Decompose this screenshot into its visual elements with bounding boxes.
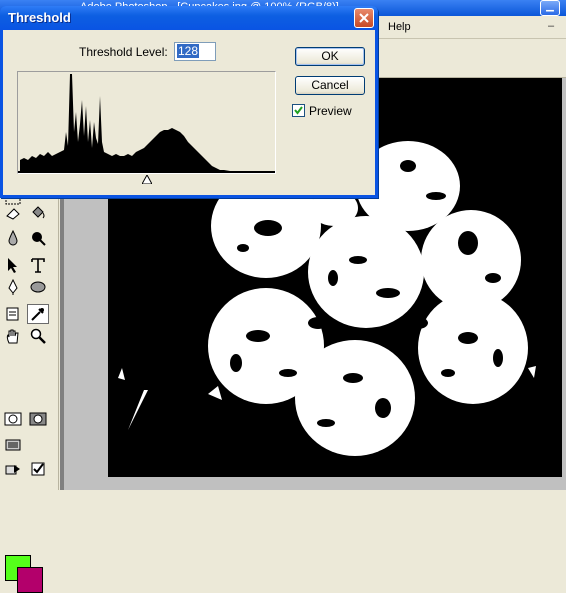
dialog-title: Threshold [8,10,71,25]
jump-to-icon[interactable] [2,459,24,479]
threshold-level-input[interactable]: 128 [174,42,216,61]
threshold-level-value: 128 [177,44,200,58]
close-button[interactable] [354,8,374,28]
close-icon [359,13,369,23]
path-select-icon[interactable] [2,255,24,275]
threshold-dialog: Threshold Threshold Level: 128 OK Cancel… [0,6,378,198]
histogram-baseline [18,171,275,173]
imageready-icon[interactable] [27,459,49,479]
preview-checkbox[interactable] [292,104,305,117]
doc-minimize-button[interactable]: – [548,20,554,32]
blur-icon[interactable] [2,228,24,248]
eyedropper-icon[interactable] [27,304,49,324]
type-icon[interactable] [27,255,49,275]
menu-help[interactable]: Help [388,21,411,33]
histogram-graph [20,74,272,172]
dialog-body: Threshold Level: 128 OK Cancel Preview [3,30,375,195]
histogram [17,71,276,174]
threshold-slider-handle[interactable] [142,175,152,184]
checkmark-icon [294,106,303,115]
app-minimize-button[interactable]: ▁ [540,0,560,16]
quickmask-mode-icon[interactable] [27,409,49,429]
paint-bucket-icon[interactable] [27,203,49,223]
toolbox [0,195,59,593]
notes-icon[interactable] [2,304,24,324]
dialog-titlebar[interactable]: Threshold [0,6,378,30]
ok-button[interactable]: OK [295,47,365,66]
preview-label[interactable]: Preview [309,104,352,118]
pen-icon[interactable] [2,277,24,297]
standard-mode-icon[interactable] [2,409,24,429]
burn-icon[interactable] [27,228,49,248]
eraser-icon[interactable] [2,203,24,223]
threshold-level-label: Threshold Level: [79,45,168,59]
ellipse-shape-icon[interactable] [27,277,49,297]
zoom-icon[interactable] [27,326,49,346]
screen-mode-icon[interactable] [2,435,24,455]
cancel-button[interactable]: Cancel [295,76,365,95]
hand-icon[interactable] [2,326,24,346]
background-color-swatch[interactable] [17,567,43,593]
